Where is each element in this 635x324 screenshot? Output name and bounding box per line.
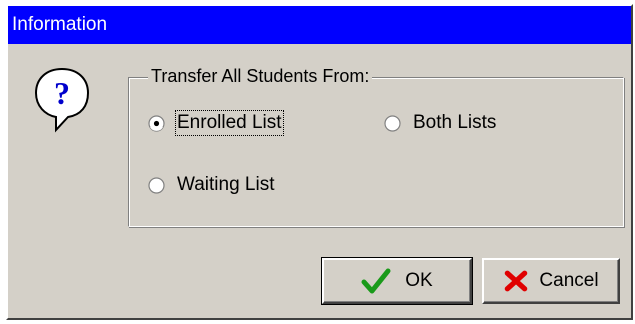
window-title: Information <box>12 14 108 35</box>
information-dialog: Information ? Transfer All Students From… <box>6 4 633 320</box>
ok-button[interactable]: OK <box>321 257 473 305</box>
radio-both-lists[interactable]: Both Lists <box>384 112 496 134</box>
radio-waiting-list[interactable]: Waiting List <box>148 174 275 196</box>
cancel-label: Cancel <box>539 270 599 291</box>
title-bar[interactable]: Information <box>8 6 631 44</box>
question-icon: ? <box>34 67 90 133</box>
x-icon <box>505 270 528 292</box>
radio-selected-icon <box>148 114 165 132</box>
ok-label: OK <box>405 270 433 291</box>
group-legend: Transfer All Students From: <box>148 64 373 88</box>
radio-enrolled-list[interactable]: Enrolled List <box>148 110 284 136</box>
radio-unselected-icon <box>148 176 165 194</box>
radio-unselected-icon <box>384 114 401 132</box>
transfer-group-box <box>128 77 624 227</box>
radio-both-label: Both Lists <box>413 112 497 133</box>
question-glyph: ? <box>54 75 70 111</box>
cancel-button[interactable]: Cancel <box>482 258 620 304</box>
radio-enrolled-label: Enrolled List <box>175 110 284 136</box>
checkmark-icon <box>361 268 391 294</box>
radio-waiting-label: Waiting List <box>177 174 275 195</box>
